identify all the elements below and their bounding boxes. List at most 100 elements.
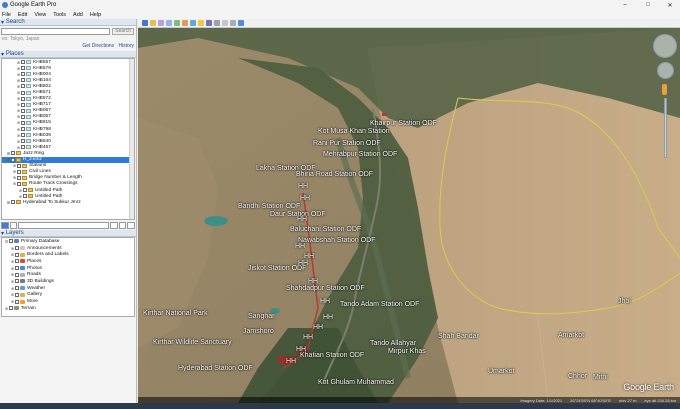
visibility-checkbox[interactable] bbox=[17, 175, 21, 180]
menu-help[interactable]: Help bbox=[90, 12, 101, 18]
visibility-checkbox[interactable] bbox=[17, 169, 21, 174]
map-place-label[interactable]: Jamshoro bbox=[243, 328, 274, 336]
sunlight-icon[interactable] bbox=[198, 20, 204, 26]
visibility-checkbox[interactable] bbox=[23, 194, 27, 199]
hh-marker-label[interactable]: HH bbox=[304, 253, 314, 260]
add-path-icon[interactable] bbox=[166, 20, 172, 26]
planets-icon[interactable] bbox=[206, 20, 212, 26]
map-place-label[interactable]: Baluchani Station ODF bbox=[290, 226, 361, 234]
visibility-checkbox[interactable] bbox=[17, 163, 21, 168]
map-place-label[interactable]: Kirthar National Park bbox=[143, 310, 208, 318]
places-tree[interactable]: ⊕ KHB557 ⊕ KHB579 ⊕ KHB004 ⊕ KHB164 ⊕ KHB502 ⊕ KHB5… bbox=[1, 58, 135, 220]
menu-add[interactable]: Add bbox=[73, 12, 83, 18]
map-place-label[interactable]: Sanghar bbox=[248, 313, 274, 321]
layer-checkbox[interactable] bbox=[9, 306, 13, 311]
places-panel-header[interactable]: ▾ Places bbox=[0, 51, 136, 58]
visibility-checkbox[interactable] bbox=[21, 96, 25, 101]
map-view[interactable]: Khairpur Station ODF Kot Musa Khan Statio… bbox=[138, 28, 680, 403]
hh-marker-label[interactable]: HH bbox=[313, 324, 323, 331]
places-down-button[interactable] bbox=[118, 221, 127, 229]
visibility-checkbox[interactable] bbox=[21, 72, 25, 77]
map-place-label[interactable]: Khairpur Station ODF bbox=[370, 120, 437, 128]
layer-checkbox[interactable] bbox=[15, 292, 19, 297]
visibility-checkbox[interactable] bbox=[21, 84, 25, 89]
layers-panel-header[interactable]: ▾ Layers bbox=[0, 230, 136, 237]
visibility-checkbox[interactable] bbox=[17, 181, 21, 186]
hh-marker-label[interactable]: HH bbox=[298, 260, 308, 267]
hh-marker-label[interactable]: HH bbox=[308, 278, 318, 285]
map-place-label[interactable]: Mithi bbox=[593, 374, 608, 382]
street-view-pegman-icon[interactable] bbox=[662, 84, 667, 95]
layer-checkbox[interactable] bbox=[15, 272, 19, 277]
places-options-button[interactable] bbox=[127, 221, 135, 229]
print-icon[interactable] bbox=[230, 20, 236, 26]
visibility-checkbox[interactable] bbox=[23, 188, 27, 193]
hh-marker-label[interactable]: HH bbox=[296, 346, 306, 353]
map-place-label[interactable]: Mirpur Khas bbox=[388, 348, 426, 356]
layers-tree-item[interactable]: ⊕ Terrain bbox=[2, 305, 134, 312]
visibility-checkbox[interactable] bbox=[11, 151, 15, 156]
map-place-label[interactable]: Shah Bandar bbox=[438, 333, 479, 341]
maximize-button[interactable]: □ bbox=[638, 0, 658, 10]
search-panel-header[interactable]: ▾ Search bbox=[0, 19, 136, 26]
layers-tree[interactable]: ⊟ Primary Database ⊕ Announcements ⊕ Borders … bbox=[1, 237, 135, 317]
visibility-checkbox[interactable] bbox=[11, 157, 15, 162]
map-place-label[interactable]: Jhol bbox=[618, 298, 631, 306]
visibility-checkbox[interactable] bbox=[21, 90, 25, 95]
visibility-checkbox[interactable] bbox=[21, 120, 25, 125]
layer-checkbox[interactable] bbox=[15, 246, 19, 251]
map-place-label[interactable]: Nawabshah Station ODF bbox=[298, 237, 375, 245]
hh-marker-label[interactable]: HH bbox=[295, 243, 305, 250]
layers-tree-item[interactable]: ⊟ Primary Database bbox=[2, 238, 134, 245]
visibility-checkbox[interactable] bbox=[21, 60, 25, 65]
map-place-label[interactable]: Amarkot bbox=[558, 332, 584, 340]
layers-tree-item[interactable]: ⊕ Roads bbox=[2, 271, 134, 278]
add-placemark-icon[interactable] bbox=[150, 20, 156, 26]
map-place-label[interactable]: Rani Pur Station ODF bbox=[313, 140, 381, 148]
move-joystick[interactable] bbox=[657, 62, 674, 79]
add-image-overlay-icon[interactable] bbox=[174, 20, 180, 26]
google-maps-icon[interactable] bbox=[238, 20, 244, 26]
map-place-label[interactable]: Umarkot bbox=[488, 368, 514, 376]
layer-checkbox[interactable] bbox=[15, 252, 19, 257]
menu-edit[interactable]: Edit bbox=[18, 12, 27, 18]
layers-tree-item[interactable]: ⊕ More bbox=[2, 298, 134, 305]
layers-tree-item[interactable]: ⊕ Photos bbox=[2, 265, 134, 272]
hh-marker-label[interactable]: HH bbox=[286, 358, 296, 365]
layers-tree-item[interactable]: ⊕ Gallery bbox=[2, 292, 134, 299]
layer-checkbox[interactable] bbox=[15, 286, 19, 291]
map-place-label[interactable]: Bandhi Station ODF bbox=[238, 203, 300, 211]
visibility-checkbox[interactable] bbox=[21, 78, 25, 83]
add-polygon-icon[interactable] bbox=[158, 20, 164, 26]
layers-tree-item[interactable]: ⊕ 3D Buildings bbox=[2, 278, 134, 285]
map-place-label[interactable]: Tando Allahyar bbox=[370, 340, 416, 348]
visibility-checkbox[interactable] bbox=[21, 108, 25, 113]
look-joystick[interactable] bbox=[653, 34, 677, 58]
close-button[interactable]: ✕ bbox=[660, 0, 680, 10]
map-place-label[interactable]: Bhiria Road Station ODF bbox=[296, 171, 373, 179]
map-place-label[interactable]: Chhor bbox=[568, 373, 587, 381]
layers-tree-item[interactable]: ⊕ Places bbox=[2, 258, 134, 265]
layers-tree-item[interactable]: ⊕ Announcements bbox=[2, 245, 134, 252]
visibility-checkbox[interactable] bbox=[21, 66, 25, 71]
search-input[interactable] bbox=[1, 28, 111, 35]
hh-marker-label[interactable]: HH bbox=[300, 195, 310, 202]
hh-marker-label[interactable]: HH bbox=[320, 298, 330, 305]
places-up-button[interactable] bbox=[109, 221, 118, 229]
hide-sidebar-icon[interactable] bbox=[142, 20, 148, 26]
map-place-label[interactable]: Mehrabpur Station ODF bbox=[323, 151, 397, 159]
hh-marker-label[interactable]: HH bbox=[297, 216, 307, 223]
minimize-button[interactable]: – bbox=[615, 0, 635, 10]
layers-tree-item[interactable]: ⊕ Weather bbox=[2, 285, 134, 292]
search-button[interactable]: Search bbox=[112, 28, 134, 35]
layer-checkbox[interactable] bbox=[15, 279, 19, 284]
layer-checkbox[interactable] bbox=[15, 299, 19, 304]
places-filter-input[interactable] bbox=[18, 221, 109, 229]
visibility-checkbox[interactable] bbox=[21, 102, 25, 107]
layer-checkbox[interactable] bbox=[15, 259, 19, 264]
visibility-checkbox[interactable] bbox=[21, 114, 25, 119]
hh-marker-label[interactable]: HH bbox=[323, 314, 333, 321]
historical-imagery-icon[interactable] bbox=[190, 20, 196, 26]
visibility-checkbox[interactable] bbox=[21, 127, 25, 132]
menu-tools[interactable]: Tools bbox=[53, 12, 66, 18]
